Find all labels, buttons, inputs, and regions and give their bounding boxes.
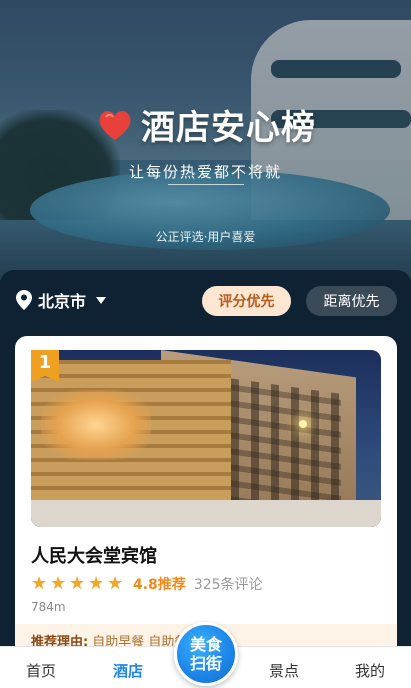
- subtitle-underline: [168, 184, 244, 185]
- sort-by-score-button[interactable]: 评分优先: [202, 286, 291, 316]
- food-street-label-1: 美食: [189, 635, 222, 654]
- photo-entrance: [31, 500, 381, 527]
- hotel-photo: [31, 350, 381, 527]
- nav-home[interactable]: 首页: [1, 660, 81, 681]
- hotel-card[interactable]: 1 人民大会堂宾馆 ★ ★ ★ ★ ★ 4.8推荐 325条评论 784m 推荐…: [15, 336, 397, 656]
- city-name: 北京市: [38, 292, 87, 311]
- hero-tagline: 公正评选·用户喜爱: [155, 230, 256, 244]
- hero-title-row: 酒店安心榜: [0, 100, 411, 149]
- star-icon: ★: [31, 573, 48, 594]
- nav-hotel[interactable]: 酒店: [88, 660, 168, 681]
- star-icon: ★: [50, 573, 67, 594]
- star-icon: ★: [88, 573, 105, 594]
- nav-mine[interactable]: 我的: [330, 660, 410, 681]
- star-icon: ★: [69, 573, 86, 594]
- star-rating: ★ ★ ★ ★ ★: [31, 575, 125, 593]
- nav-spots[interactable]: 景点: [244, 660, 324, 681]
- photo-light-glow: [41, 390, 151, 460]
- food-street-button[interactable]: 美食 扫街: [174, 622, 238, 686]
- star-icon: ★: [107, 573, 124, 594]
- hotel-distance: 784m: [31, 600, 66, 614]
- hero-subtitle: 让每份热爱都不将就: [128, 163, 282, 181]
- photo-street-lamp: [299, 420, 307, 428]
- hotel-name: 人民大会堂宾馆: [31, 546, 157, 567]
- rating-row: ★ ★ ★ ★ ★ 4.8推荐 325条评论: [31, 574, 263, 594]
- review-count: 325条评论: [193, 577, 263, 593]
- hotel-score: 4.8推荐: [133, 577, 186, 593]
- heart-icon: [95, 105, 135, 145]
- hero-title: 酒店安心榜: [141, 108, 316, 148]
- caret-down-icon: [96, 296, 107, 304]
- sort-by-distance-button[interactable]: 距离优先: [306, 286, 397, 316]
- city-selector[interactable]: 北京市: [16, 288, 107, 312]
- location-pin-icon: [16, 290, 32, 310]
- food-street-label-2: 扫街: [189, 654, 222, 673]
